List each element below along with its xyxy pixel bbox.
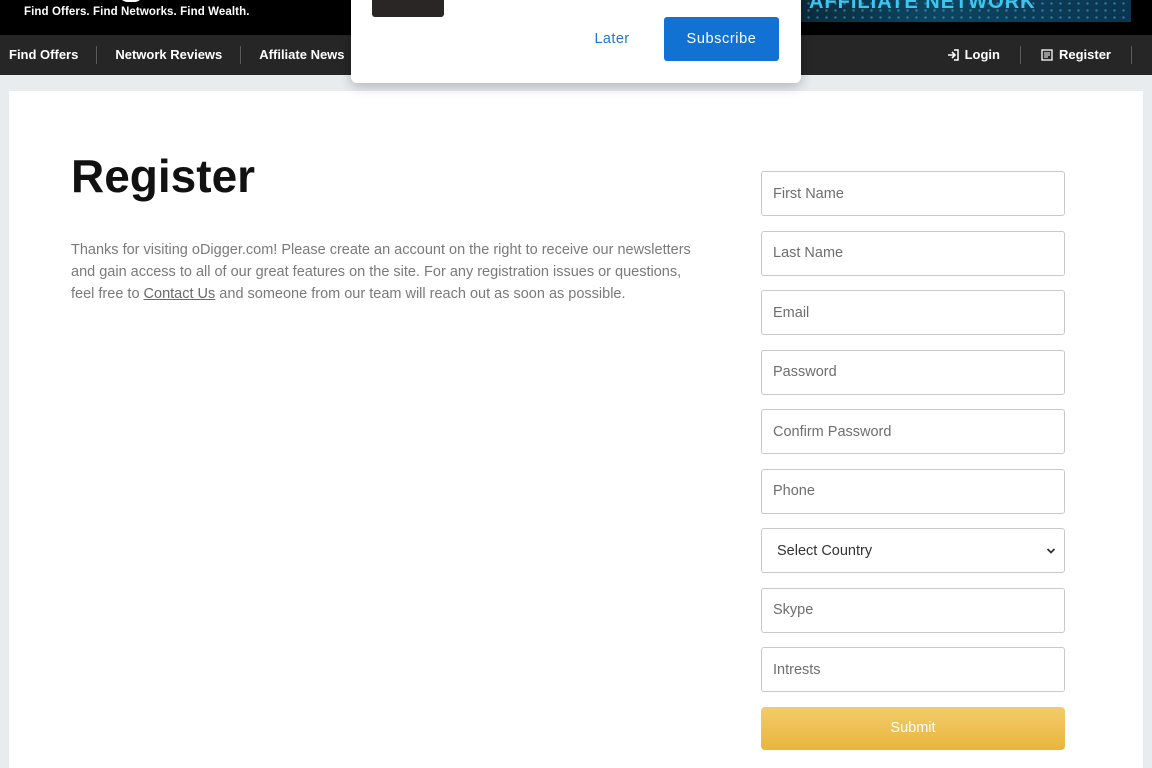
confirm-password-field[interactable] xyxy=(761,409,1065,454)
skype-field[interactable] xyxy=(761,587,1065,633)
popup-icon xyxy=(372,0,444,17)
nav-find-offers[interactable]: Find Offers xyxy=(0,46,98,64)
site-logo[interactable] xyxy=(118,0,144,2)
registration-form: Select Country Submit xyxy=(761,171,1065,750)
ad-banner[interactable]: AFFILIATE NETWORK xyxy=(795,0,1131,22)
nav-network-reviews[interactable]: Network Reviews xyxy=(97,46,242,64)
page-title: Register xyxy=(71,150,256,202)
email-field[interactable] xyxy=(761,290,1065,335)
nav-affiliate-news[interactable]: Affiliate News xyxy=(241,46,364,64)
last-name-field[interactable] xyxy=(761,230,1065,276)
register-link[interactable]: Register xyxy=(1021,46,1132,64)
phone-field[interactable] xyxy=(761,468,1065,514)
country-select[interactable]: Select Country xyxy=(761,528,1065,573)
later-button[interactable]: Later xyxy=(575,17,649,61)
nav-right: Login Register xyxy=(927,35,1132,75)
interests-field[interactable] xyxy=(761,647,1065,692)
register-card: Register Thanks for visiting oDigger.com… xyxy=(9,91,1143,768)
first-name-field[interactable] xyxy=(761,171,1065,216)
submit-button[interactable]: Submit xyxy=(761,706,1065,750)
description-text-end: and someone from our team will reach out… xyxy=(215,286,626,302)
sign-in-icon xyxy=(947,49,959,61)
contact-us-link[interactable]: Contact Us xyxy=(144,286,216,302)
ad-banner-text: AFFILIATE NETWORK xyxy=(809,0,1036,13)
form-icon xyxy=(1041,49,1053,61)
chevron-down-icon xyxy=(1046,547,1056,554)
subscribe-button[interactable]: Subscribe xyxy=(664,17,779,61)
password-field[interactable] xyxy=(761,349,1065,395)
nav-left: Find Offers Network Reviews Affiliate Ne… xyxy=(0,35,364,75)
subscribe-popup: Later Subscribe xyxy=(351,0,801,83)
site-tagline: Find Offers. Find Networks. Find Wealth. xyxy=(24,6,250,18)
country-select-value: Select Country xyxy=(777,542,873,559)
register-label: Register xyxy=(1058,47,1111,62)
login-link[interactable]: Login xyxy=(927,46,1021,64)
login-label: Login xyxy=(964,47,1000,62)
page-description: Thanks for visiting oDigger.com! Please … xyxy=(71,239,701,305)
